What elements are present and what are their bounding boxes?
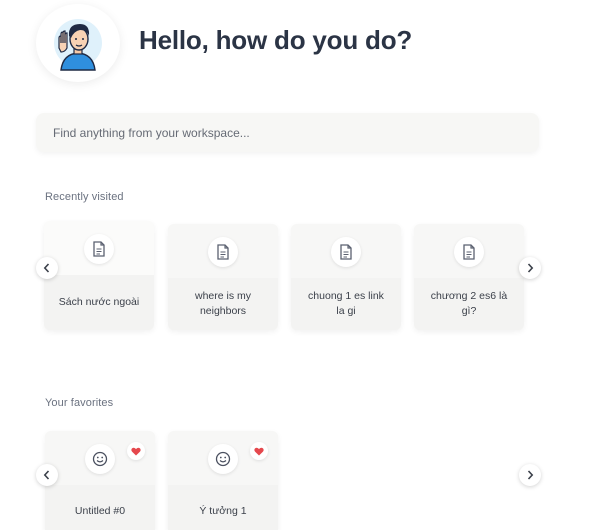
document-icon — [331, 237, 361, 267]
avatar-illustration — [54, 19, 102, 71]
search-input[interactable] — [53, 125, 539, 140]
card-label: Untitled #0 — [45, 485, 155, 530]
recent-prev-button[interactable] — [36, 257, 58, 279]
chevron-right-icon — [527, 263, 534, 273]
recent-card[interactable]: chuong 1 es link la gi — [291, 224, 401, 330]
favorites-next-button[interactable] — [519, 464, 541, 486]
avatar[interactable] — [36, 4, 120, 82]
card-label: Ý tưởng 1 — [168, 485, 278, 530]
smiley-icon — [208, 444, 238, 474]
document-icon — [454, 237, 484, 267]
card-label: Sách nước ngoài — [44, 275, 154, 330]
heart-icon[interactable] — [127, 442, 145, 460]
document-icon — [208, 237, 238, 267]
heart-icon[interactable] — [250, 442, 268, 460]
document-icon — [84, 234, 114, 264]
favorite-card[interactable]: Ý tưởng 1 — [168, 431, 278, 530]
page-title: Hello, how do you do? — [139, 25, 413, 55]
chevron-left-icon — [43, 470, 50, 480]
card-label: chuong 1 es link la gi — [291, 278, 401, 330]
recently-visited-heading: Recently visited — [45, 191, 124, 203]
recent-next-button[interactable] — [519, 257, 541, 279]
card-label: chương 2 es6 là gì? — [414, 278, 524, 330]
chevron-right-icon — [527, 470, 534, 480]
chevron-left-icon — [43, 263, 50, 273]
search-bar[interactable] — [36, 113, 539, 152]
card-label: where is my neighbors — [168, 278, 278, 330]
favorites-prev-button[interactable] — [36, 464, 58, 486]
recent-card[interactable]: where is my neighbors — [168, 224, 278, 330]
favorite-card[interactable]: Untitled #0 — [45, 431, 155, 530]
home-page: Hello, how do you do? Recently visited S… — [0, 0, 602, 530]
recent-card[interactable]: chương 2 es6 là gì? — [414, 224, 524, 330]
favorites-heading: Your favorites — [45, 397, 114, 409]
recent-card[interactable]: Sách nước ngoài — [44, 221, 154, 330]
smiley-icon — [85, 444, 115, 474]
